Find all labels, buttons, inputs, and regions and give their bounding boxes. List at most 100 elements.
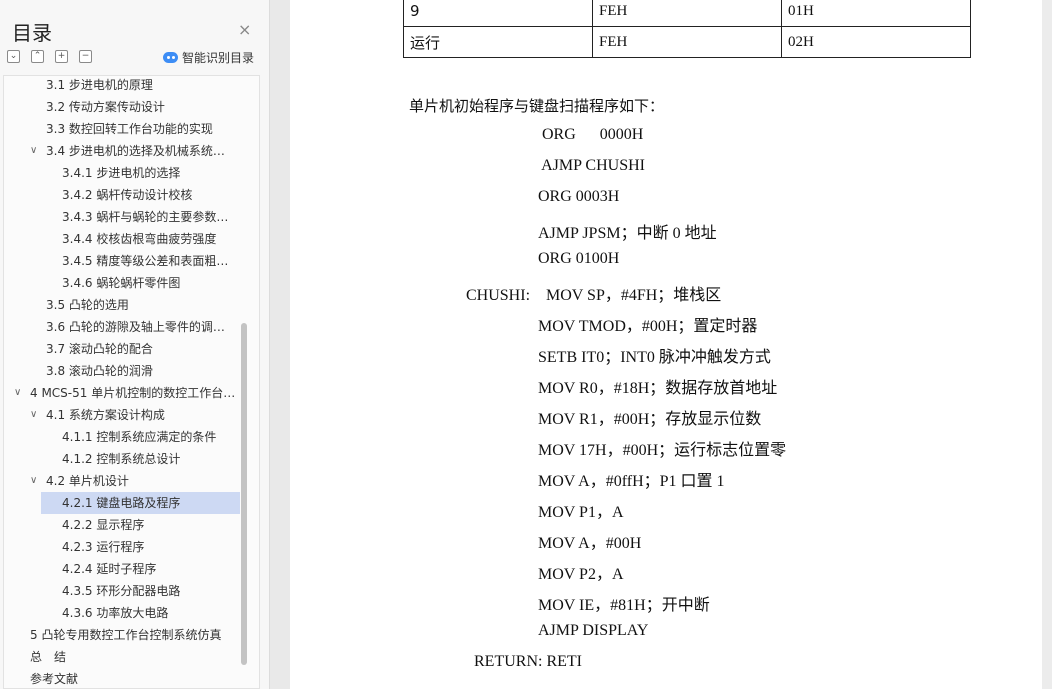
toc-item[interactable]: 5 凸轮专用数控工作台控制系统仿真 [4, 624, 240, 646]
table-row: 9 FEH 01H [403, 0, 971, 27]
toc-list: 3.1 步进电机的原理 3.2 传动方案传动设计 3.3 数控回转工作台功能的实现 ∨… [3, 75, 260, 689]
toc-item-label: 4 MCS-51 单片机控制的数控工作台设计 [30, 386, 236, 400]
code-line: ORG 0100H [538, 250, 620, 267]
chevron-down-icon[interactable]: ∨ [14, 382, 21, 404]
code-line: MOV P1，A [538, 504, 624, 521]
toc-item[interactable]: 3.4.5 精度等级公差和表面粗糙度 [4, 250, 240, 272]
toc-item-label: 4.1 系统方案设计构成 [46, 408, 165, 422]
toc-item-label: 3.5 凸轮的选用 [46, 298, 129, 312]
toc-item-label: 3.4.2 蜗杆传动设计校核 [62, 188, 193, 202]
toc-item-label: 3.4 步进电机的选择及机械系统设计 [46, 144, 236, 158]
toc-item[interactable]: 4.1.2 控制系统总设计 [4, 448, 240, 470]
toc-item-label: 3.8 滚动凸轮的润滑 [46, 364, 153, 378]
toc-item-label: 4.1.2 控制系统总设计 [62, 452, 181, 466]
toc-item-label: 4.3.5 环形分配器电路 [62, 584, 181, 598]
smart-toc-button[interactable]: 智能识别目录 [163, 49, 254, 66]
toc-item[interactable]: 3.6 凸轮的游隙及轴上零件的调配设计 [4, 316, 240, 338]
chevron-down-icon[interactable]: ∨ [30, 470, 37, 492]
toc-item[interactable]: 总 结 [4, 646, 240, 668]
chevron-down-icon[interactable]: ∨ [30, 404, 37, 426]
code-line: MOV 17H，#00H；运行标志位置零 [538, 442, 787, 459]
toc-item-label: 3.4.1 步进电机的选择 [62, 166, 181, 180]
toc-item-label: 参考文献 [30, 672, 79, 686]
code-line: MOV IE，#81H；开中断 [538, 597, 710, 614]
table-cell: 02H [781, 26, 971, 58]
page-gutter [1042, 0, 1052, 689]
toc-item[interactable]: 4.3.5 环形分配器电路 [4, 580, 240, 602]
toc-item[interactable]: 4.2.4 延时子程序 [4, 558, 240, 580]
toc-item[interactable]: ∨ 4.1 系统方案设计构成 [4, 404, 240, 426]
toc-item-label: 3.4.3 蜗杆与蜗轮的主要参数与几何尺寸 [62, 210, 236, 224]
toc-item[interactable]: 参考文献 [4, 668, 240, 688]
toc-item[interactable]: 4.1.1 控制系统应满定的条件 [4, 426, 240, 448]
toc-item[interactable]: 3.1 步进电机的原理 [4, 76, 240, 96]
table-cell: FEH [592, 0, 782, 27]
chevron-down-icon[interactable]: ∨ [30, 140, 37, 162]
toc-item[interactable]: 4.2.3 运行程序 [4, 536, 240, 558]
smart-toc-label: 智能识别目录 [182, 51, 255, 65]
toc-item[interactable]: 3.8 滚动凸轮的润滑 [4, 360, 240, 382]
remove-heading-icon[interactable]: − [79, 50, 92, 63]
code-line: RETURN: RETI [474, 653, 582, 670]
intro-text: 单片机初始程序与键盘扫描程序如下： [409, 97, 665, 115]
toc-item[interactable]: ∨ 3.4 步进电机的选择及机械系统设计 [4, 140, 240, 162]
toc-item-label: 4.2.2 显示程序 [62, 518, 145, 532]
code-line: ORG 0000H [538, 126, 644, 143]
toc-item-label: 3.4.5 精度等级公差和表面粗糙度 [62, 254, 236, 268]
toc-item[interactable]: 4.2.2 显示程序 [4, 514, 240, 536]
add-heading-icon[interactable]: + [55, 50, 68, 63]
toc-item[interactable]: ∨ 4.2 单片机设计 [4, 470, 240, 492]
code-line: CHUSHI: MOV SP，#4FH；堆栈区 [466, 287, 722, 304]
code-line: MOV TMOD，#00H；置定时器 [538, 318, 758, 335]
toc-item[interactable]: 3.3 数控回转工作台功能的实现 [4, 118, 240, 140]
toc-item-label: 3.7 滚动凸轮的配合 [46, 342, 153, 356]
toc-item-label: 4.2.4 延时子程序 [62, 562, 157, 576]
toc-item[interactable]: 3.2 传动方案传动设计 [4, 96, 240, 118]
toc-item-label: 3.6 凸轮的游隙及轴上零件的调配设计 [46, 320, 236, 334]
toc-item-label: 4.2.1 键盘电路及程序 [62, 496, 181, 510]
table-cell: 9 [403, 0, 593, 27]
doc-table: 9 FEH 01H 运行 FEH 02H [403, 0, 971, 58]
toc-item-label: 4.1.1 控制系统应满定的条件 [62, 430, 217, 444]
code-line: AJMP DISPLAY [538, 622, 649, 639]
toc-item-label: 5 凸轮专用数控工作台控制系统仿真 [30, 628, 222, 642]
toc-item[interactable]: 3.5 凸轮的选用 [4, 294, 240, 316]
toc-item[interactable]: 4.2.1 键盘电路及程序 [41, 492, 240, 514]
code-line: AJMP CHUSHI [538, 157, 645, 174]
code-line: AJMP JPSM；中断 0 地址 [538, 225, 717, 242]
code-line: MOV A，#00H [538, 535, 642, 552]
toc-item[interactable]: 3.4.3 蜗杆与蜗轮的主要参数与几何尺寸 [4, 206, 240, 228]
table-row: 运行 FEH 02H [403, 26, 971, 58]
toc-item[interactable]: 3.7 滚动凸轮的配合 [4, 338, 240, 360]
table-cell: 运行 [403, 26, 593, 58]
expand-up-icon[interactable]: ⌃ [31, 50, 44, 63]
toc-item[interactable]: 4.3.6 功率放大电路 [4, 602, 240, 624]
toc-item-label: 4.2 单片机设计 [46, 474, 129, 488]
toc-item[interactable]: 3.4.6 蜗轮蜗杆零件图 [4, 272, 240, 294]
toc-item[interactable]: 3.4.4 校核齿根弯曲疲劳强度 [4, 228, 240, 250]
code-line: MOV A，#0ffH；P1 口置 1 [538, 473, 725, 490]
toc-item[interactable]: ∨ 4 MCS-51 单片机控制的数控工作台设计 [4, 382, 240, 404]
collapse-all-icon[interactable]: ⌄ [7, 50, 20, 63]
toc-item[interactable]: 3.4.2 蜗杆传动设计校核 [4, 184, 240, 206]
sidebar-title: 目录 [12, 21, 52, 45]
code-line: MOV P2，A [538, 566, 624, 583]
toc-item-label: 4.2.3 运行程序 [62, 540, 145, 554]
code-line: MOV R1，#00H；存放显示位数 [538, 411, 762, 428]
close-icon[interactable]: × [238, 20, 251, 39]
toc-item-label: 3.1 步进电机的原理 [46, 78, 153, 92]
document-page: 9 FEH 01H 运行 FEH 02H 单片机初始程序与键盘扫描程序如下： ORG 00… [290, 0, 1042, 689]
table-cell: 01H [781, 0, 971, 27]
table-cell: FEH [592, 26, 782, 58]
code-line: MOV R0，#18H；数据存放首地址 [538, 380, 778, 397]
robot-icon [163, 52, 178, 63]
toc-item-label: 3.4.4 校核齿根弯曲疲劳强度 [62, 232, 217, 246]
toc-item-label: 4.3.6 功率放大电路 [62, 606, 169, 620]
code-line: SETB IT0；INT0 脉冲冲触发方式 [538, 349, 771, 366]
toc-item-label: 3.2 传动方案传动设计 [46, 100, 165, 114]
toc-sidebar: 目录 × ⌄ ⌃ + − 智能识别目录 3.1 步进电机的原理 3.2 传动方案传… [0, 0, 270, 689]
toc-item[interactable]: 3.4.1 步进电机的选择 [4, 162, 240, 184]
toc-scrollbar-thumb[interactable] [241, 323, 247, 665]
toc-item-label: 总 结 [30, 650, 67, 664]
toc-item-label: 3.4.6 蜗轮蜗杆零件图 [62, 276, 181, 290]
